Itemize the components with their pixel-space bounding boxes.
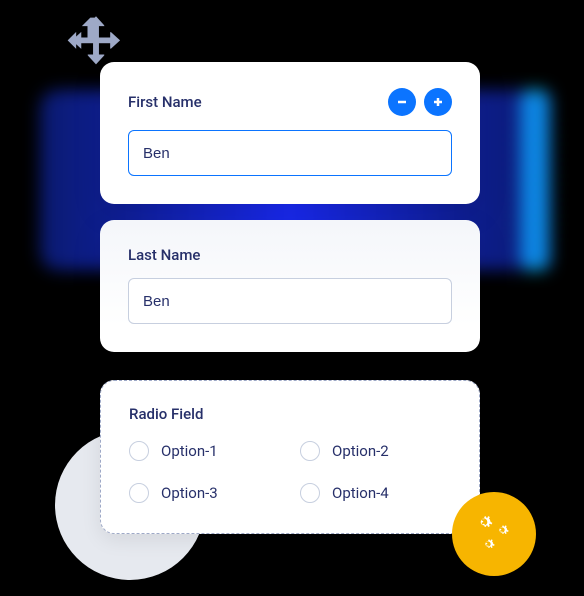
radio-circle-icon	[300, 441, 320, 461]
radio-options-grid: Option-1 Option-2 Option-3 Option-4	[129, 441, 451, 503]
radio-option-3[interactable]: Option-3	[129, 483, 280, 503]
first-name-label: First Name	[128, 93, 202, 111]
radio-option-2[interactable]: Option-2	[300, 441, 451, 461]
last-name-card: Last Name	[100, 220, 480, 352]
last-name-input[interactable]	[128, 278, 452, 324]
radio-option-label: Option-1	[161, 442, 218, 460]
radio-field-label: Radio Field	[129, 405, 451, 423]
field-controls	[388, 88, 452, 116]
settings-fab[interactable]	[452, 492, 536, 576]
radio-option-label: Option-4	[332, 484, 389, 502]
radio-circle-icon	[129, 483, 149, 503]
radio-field-card: Radio Field Option-1 Option-2 Option-3 O…	[100, 380, 480, 534]
add-button[interactable]	[424, 88, 452, 116]
first-name-input[interactable]	[128, 130, 452, 176]
first-name-card: First Name	[100, 62, 480, 204]
remove-button[interactable]	[388, 88, 416, 116]
radio-circle-icon	[300, 483, 320, 503]
last-name-label: Last Name	[128, 246, 452, 264]
radio-option-1[interactable]: Option-1	[129, 441, 280, 461]
move-handle-icon[interactable]	[62, 12, 130, 80]
radio-option-4[interactable]: Option-4	[300, 483, 451, 503]
gears-icon	[472, 512, 516, 556]
radio-circle-icon	[129, 441, 149, 461]
radio-option-label: Option-3	[161, 484, 218, 502]
radio-option-label: Option-2	[332, 442, 389, 460]
